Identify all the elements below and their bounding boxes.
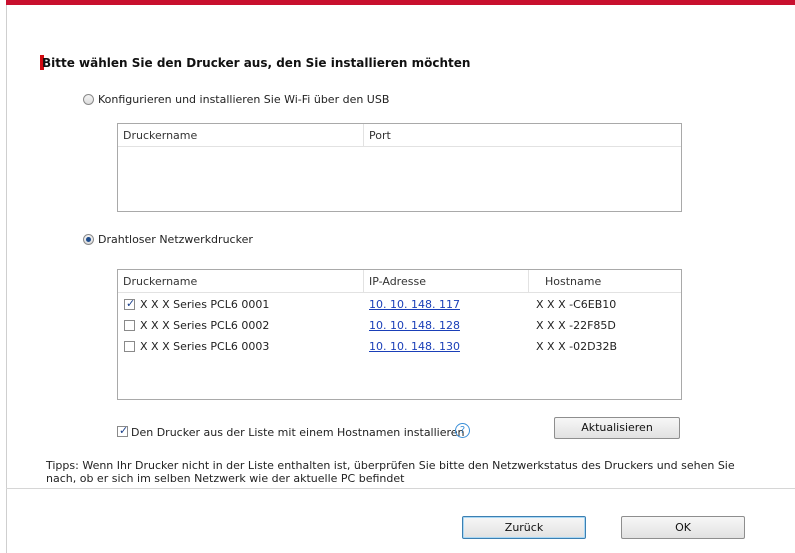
column-separator <box>528 270 529 292</box>
checkmark-icon: ✓ <box>119 424 129 437</box>
wireless-option-radio[interactable] <box>83 234 94 245</box>
help-icon[interactable]: ? <box>455 423 470 438</box>
ok-button[interactable]: OK <box>621 516 745 539</box>
ip-address-link[interactable]: 10. 10. 148. 128 <box>369 319 460 332</box>
hostname-install-checkbox[interactable]: ✓ <box>117 424 129 437</box>
usb-option-radio[interactable] <box>83 94 94 105</box>
hostname: X X X -02D32B <box>536 340 618 353</box>
usb-table-header: Druckername Port <box>118 124 681 147</box>
row-checkbox[interactable]: ✓ <box>124 297 136 310</box>
window-left-border <box>6 5 7 553</box>
back-button[interactable]: Zurück <box>462 516 586 539</box>
wireless-table-header: Druckername IP-Adresse Hostname <box>118 270 681 293</box>
refresh-button[interactable]: Aktualisieren <box>554 417 680 439</box>
top-accent-bar <box>6 0 795 5</box>
printer-name: X X X Series PCL6 0003 <box>140 340 270 353</box>
usb-printer-table[interactable]: Druckername Port <box>117 123 682 212</box>
column-header-port[interactable]: Port <box>369 129 391 142</box>
wireless-printer-table[interactable]: Druckername IP-Adresse Hostname ✓ X X X … <box>117 269 682 400</box>
wireless-option-label[interactable]: Drahtloser Netzwerkdrucker <box>98 233 253 246</box>
checkmark-icon: ✓ <box>126 297 136 310</box>
footer-divider <box>6 488 795 489</box>
usb-option-label[interactable]: Konfigurieren und installieren Sie Wi-Fi… <box>98 93 389 106</box>
row-checkbox[interactable] <box>124 320 135 331</box>
ip-address-link[interactable]: 10. 10. 148. 117 <box>369 298 460 311</box>
column-separator <box>363 124 364 146</box>
tips-text: Tipps: Wenn Ihr Drucker nicht in der Lis… <box>46 459 735 485</box>
page-title: Bitte wählen Sie den Drucker aus, den Si… <box>42 56 471 70</box>
ip-address-link[interactable]: 10. 10. 148. 130 <box>369 340 460 353</box>
hostname: X X X -22F85D <box>536 319 616 332</box>
column-header-druckername[interactable]: Druckername <box>123 129 197 142</box>
radio-selected-dot <box>86 237 91 242</box>
column-header-ip-adresse[interactable]: IP-Adresse <box>369 275 426 288</box>
column-separator <box>363 270 364 292</box>
hostname: X X X -C6EB10 <box>536 298 617 311</box>
column-header-druckername[interactable]: Druckername <box>123 275 197 288</box>
column-header-hostname[interactable]: Hostname <box>545 275 601 288</box>
hostname-install-label[interactable]: Den Drucker aus der Liste mit einem Host… <box>131 426 465 439</box>
printer-name: X X X Series PCL6 0001 <box>140 298 270 311</box>
row-checkbox[interactable] <box>124 341 135 352</box>
printer-name: X X X Series PCL6 0002 <box>140 319 270 332</box>
